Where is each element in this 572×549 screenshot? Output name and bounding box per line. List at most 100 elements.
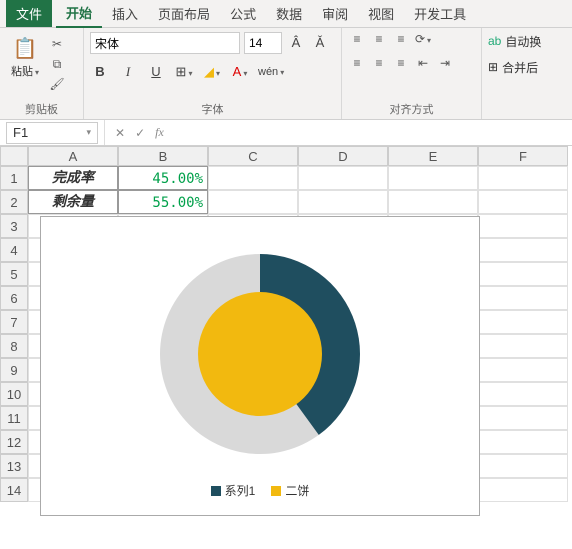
cell[interactable]	[298, 190, 388, 214]
legend-item: 二饼	[271, 482, 309, 499]
group-font: Â Ǎ B I U ⊞ ◢ A wén 字体	[84, 28, 342, 119]
underline-button[interactable]: U	[146, 62, 166, 82]
cell[interactable]	[478, 190, 568, 214]
orientation-icon[interactable]: ⟳	[414, 32, 432, 48]
worksheet-grid[interactable]: A B C D E F 1 完成率 45.00% 2 剩余量 55.00% 34…	[0, 146, 572, 502]
paste-label: 粘贴	[11, 63, 39, 79]
chart-legend: 系列1 二饼	[211, 482, 310, 499]
font-color-button[interactable]: A	[230, 62, 250, 82]
pie-chart-svg	[140, 234, 380, 474]
align-top-icon[interactable]: ≡	[348, 32, 366, 48]
align-right-icon[interactable]: ≡	[392, 56, 410, 72]
chevron-down-icon: ▾	[86, 127, 91, 138]
cell[interactable]	[478, 430, 568, 454]
group-align: ≡ ≡ ≡ ⟳ ≡ ≡ ≡ ⇤ ⇥ 对齐方式	[342, 28, 482, 119]
cancel-icon[interactable]: ✕	[115, 126, 125, 140]
col-header[interactable]: A	[28, 146, 118, 166]
bold-button[interactable]: B	[90, 62, 110, 82]
align-middle-icon[interactable]: ≡	[370, 32, 388, 48]
shrink-font-icon[interactable]: Ǎ	[310, 33, 330, 53]
wrap-text-button[interactable]: ab 自动换	[488, 32, 541, 50]
tab-developer[interactable]: 开发工具	[404, 0, 476, 28]
row-header[interactable]: 13	[0, 454, 28, 478]
indent-increase-icon[interactable]: ⇥	[436, 56, 454, 72]
cell[interactable]	[388, 190, 478, 214]
copy-icon[interactable]: ⧉	[48, 56, 66, 72]
cut-icon[interactable]: ✂	[48, 36, 66, 52]
enter-icon[interactable]: ✓	[135, 126, 145, 140]
row-header[interactable]: 6	[0, 286, 28, 310]
cell[interactable]	[478, 358, 568, 382]
name-box[interactable]: F1 ▾	[6, 122, 98, 144]
cell[interactable]	[388, 166, 478, 190]
grow-font-icon[interactable]: Â	[286, 33, 306, 53]
align-center-icon[interactable]: ≡	[370, 56, 388, 72]
cell[interactable]	[478, 238, 568, 262]
merge-button[interactable]: ⊞ 合并后	[488, 58, 538, 76]
cell[interactable]	[478, 310, 568, 334]
align-group-label: 对齐方式	[348, 99, 475, 117]
tab-data[interactable]: 数据	[266, 0, 312, 28]
border-button[interactable]: ⊞	[174, 62, 194, 82]
tab-review[interactable]: 审阅	[312, 0, 358, 28]
tab-file[interactable]: 文件	[6, 0, 52, 27]
row-header[interactable]: 4	[0, 238, 28, 262]
clipboard-group-label: 剪贴板	[6, 99, 77, 117]
row-header[interactable]: 10	[0, 382, 28, 406]
ribbon-tabstrip: 文件 开始 插入 页面布局 公式 数据 审阅 视图 开发工具	[0, 0, 572, 28]
align-bottom-icon[interactable]: ≡	[392, 32, 410, 48]
row-header[interactable]: 9	[0, 358, 28, 382]
cell-A1[interactable]: 完成率	[28, 166, 118, 190]
phonetic-button[interactable]: wén	[258, 62, 278, 82]
tab-page-layout[interactable]: 页面布局	[148, 0, 220, 28]
format-painter-icon[interactable]: 🖌	[48, 76, 66, 92]
cell[interactable]	[478, 286, 568, 310]
tab-formulas[interactable]: 公式	[220, 0, 266, 28]
paste-button[interactable]: 📋 粘贴	[6, 32, 44, 79]
fx-icon[interactable]: fx	[155, 125, 164, 140]
tab-view[interactable]: 视图	[358, 0, 404, 28]
row-header[interactable]: 8	[0, 334, 28, 358]
cell[interactable]	[208, 190, 298, 214]
indent-decrease-icon[interactable]: ⇤	[414, 56, 432, 72]
row-header[interactable]: 1	[0, 166, 28, 190]
fill-color-button[interactable]: ◢	[202, 62, 222, 82]
col-header[interactable]: E	[388, 146, 478, 166]
row-header[interactable]: 3	[0, 214, 28, 238]
legend-item: 系列1	[211, 482, 256, 499]
formula-input[interactable]	[164, 122, 572, 144]
cell[interactable]	[478, 382, 568, 406]
row-header[interactable]: 5	[0, 262, 28, 286]
row-header[interactable]: 11	[0, 406, 28, 430]
row-header[interactable]: 2	[0, 190, 28, 214]
ribbon: 📋 粘贴 ✂ ⧉ 🖌 剪贴板 Â Ǎ B I U ⊞	[0, 28, 572, 120]
cell[interactable]	[478, 478, 568, 502]
cell[interactable]	[478, 334, 568, 358]
cell[interactable]	[478, 166, 568, 190]
select-all-corner[interactable]	[0, 146, 28, 166]
row-header[interactable]: 14	[0, 478, 28, 502]
cell[interactable]	[478, 262, 568, 286]
cell[interactable]	[478, 214, 568, 238]
col-header[interactable]: B	[118, 146, 208, 166]
italic-button[interactable]: I	[118, 62, 138, 82]
col-header[interactable]: F	[478, 146, 568, 166]
col-header[interactable]: D	[298, 146, 388, 166]
tab-insert[interactable]: 插入	[102, 0, 148, 28]
cell[interactable]	[478, 406, 568, 430]
embedded-chart[interactable]: 系列1 二饼	[40, 216, 480, 516]
font-name-input[interactable]	[90, 32, 240, 54]
cell-A2[interactable]: 剩余量	[28, 190, 118, 214]
font-size-input[interactable]	[244, 32, 282, 54]
cell-B2[interactable]: 55.00%	[118, 190, 208, 214]
row-header[interactable]: 12	[0, 430, 28, 454]
cell[interactable]	[298, 166, 388, 190]
cell[interactable]	[478, 454, 568, 478]
group-wrap-merge: ab 自动换 ⊞ 合并后	[482, 28, 562, 119]
cell[interactable]	[208, 166, 298, 190]
row-header[interactable]: 7	[0, 310, 28, 334]
tab-home[interactable]: 开始	[56, 0, 102, 28]
align-left-icon[interactable]: ≡	[348, 56, 366, 72]
col-header[interactable]: C	[208, 146, 298, 166]
cell-B1[interactable]: 45.00%	[118, 166, 208, 190]
